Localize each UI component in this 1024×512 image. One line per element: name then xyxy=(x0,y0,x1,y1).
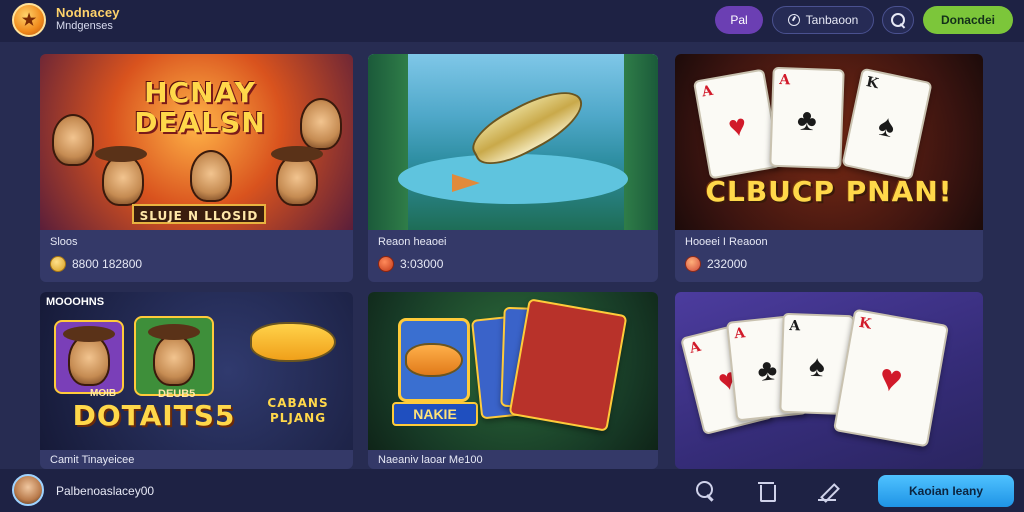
game-tag: MOOOHNS xyxy=(46,296,105,308)
game-value: 8800 182800 xyxy=(72,257,143,271)
game-art xyxy=(368,54,658,230)
playing-card: A ♥ xyxy=(692,68,782,180)
card-rank: A xyxy=(733,325,746,343)
card-rank: A xyxy=(789,318,801,335)
playing-card: A ♣ xyxy=(769,66,845,170)
character-tile xyxy=(134,316,214,396)
brand-subtitle: Mndgenses xyxy=(56,20,113,32)
game-title-art: HCNAY DEALSN xyxy=(134,76,266,139)
history-button[interactable]: Tanbaoon xyxy=(772,6,874,34)
character-icon xyxy=(300,98,342,150)
spade-icon: ♠ xyxy=(875,108,898,145)
heart-icon: ♥ xyxy=(725,108,750,145)
brand: Nodnacey Mndgenses xyxy=(56,6,120,32)
game-title-art: CLBUCP PNAN! xyxy=(705,175,953,208)
card-rank: K xyxy=(857,314,873,333)
bottom-bar: Palbenoaslacey00 Kaoian Ieany xyxy=(0,469,1024,512)
character-icon xyxy=(190,150,232,202)
hat-icon xyxy=(148,324,200,340)
palm-tree-icon xyxy=(624,54,658,230)
game-art: MOOOHNS MOIB DEUB5 DOTAITS5 CABANS PLJAN… xyxy=(40,292,353,450)
leaf-icon: ♣ xyxy=(796,103,818,138)
brand-name: Nodnacey xyxy=(56,5,120,20)
donate-button[interactable]: Donacdei xyxy=(923,6,1013,34)
game-meta: 8800 182800 xyxy=(50,256,142,272)
game-subtitle-art: SLUJE N LLOSID xyxy=(132,204,266,224)
bottom-cta-button[interactable]: Kaoian Ieany xyxy=(878,475,1014,507)
game-category: Reaon heaoei xyxy=(378,236,447,248)
palm-tree-icon xyxy=(368,54,408,230)
game-card-2[interactable]: Reaon heaoei 3:03000 xyxy=(368,54,658,282)
avatar[interactable] xyxy=(12,474,44,506)
coin-icon xyxy=(378,256,394,272)
game-card-4[interactable]: MOOOHNS MOIB DEUB5 DOTAITS5 CABANS PLJAN… xyxy=(40,292,353,469)
game-card-3[interactable]: A ♥ A ♣ K ♠ CLBUCP PNAN! Hooeei I Reaoon… xyxy=(675,54,983,282)
fish-icon xyxy=(250,322,336,362)
card-rank: K xyxy=(864,73,880,93)
game-value: 3:03000 xyxy=(400,257,444,271)
fish-title-art: CABANS PLJANG xyxy=(267,396,329,425)
game-badge: NAKIE xyxy=(392,402,478,426)
hat-icon xyxy=(63,326,115,342)
hat-icon xyxy=(271,146,323,162)
game-art: HCNAY DEALSN SLUJE N LLOSID xyxy=(40,54,353,230)
tile-label: MOIB xyxy=(90,388,117,399)
game-card-1[interactable]: HCNAY DEALSN SLUJE N LLOSID Sloos 8800 1… xyxy=(40,54,353,282)
hat-icon xyxy=(95,146,147,162)
history-label: Tanbaoon xyxy=(805,13,859,27)
character-icon xyxy=(153,334,195,386)
game-category: Camit Tinayeicee xyxy=(50,454,135,466)
game-art: NAKIE xyxy=(368,292,658,450)
game-art: A ♥ A ♣ K ♠ CLBUCP PNAN! xyxy=(675,54,983,230)
search-icon[interactable] xyxy=(694,480,716,502)
pal-button[interactable]: Pal xyxy=(715,6,763,34)
logo-icon[interactable]: ★ xyxy=(12,3,46,37)
coin-icon xyxy=(50,256,66,272)
top-bar: ★ Nodnacey Mndgenses Pal Tanbaoon Donacd… xyxy=(0,0,1024,42)
trash-icon[interactable] xyxy=(755,480,777,502)
edit-icon[interactable] xyxy=(816,480,838,502)
water-pond xyxy=(398,154,628,204)
search-button[interactable] xyxy=(882,6,914,34)
coin-icon xyxy=(685,256,701,272)
game-value: 232000 xyxy=(707,257,748,271)
game-category: Sloos xyxy=(50,236,78,248)
game-card-5[interactable]: NAKIE Naeaniv laoar Me100 xyxy=(368,292,658,469)
clock-icon xyxy=(787,14,800,26)
fish-icon xyxy=(405,343,463,377)
playing-card: K ♥ xyxy=(832,308,950,448)
playing-card: K ♠ xyxy=(841,67,933,181)
game-title-art: DOTAITS5 xyxy=(72,399,236,432)
game-category: Hooeei I Reaoon xyxy=(685,236,768,248)
character-tile xyxy=(398,318,470,402)
card-rank: A xyxy=(700,82,715,101)
card-rank: A xyxy=(779,72,791,89)
playing-card xyxy=(508,298,628,432)
username: Palbenoaslacey00 xyxy=(56,484,155,498)
character-tile xyxy=(54,320,124,394)
character-icon xyxy=(52,114,94,166)
card-rank: A xyxy=(687,338,703,357)
game-category: Naeaniv laoar Me100 xyxy=(378,454,483,466)
search-icon xyxy=(891,13,905,27)
heart-icon: ♥ xyxy=(876,356,906,402)
game-card-6[interactable]: A ♥ A ♣ A ♠ K ♥ xyxy=(675,292,983,469)
game-meta: 232000 xyxy=(685,256,747,272)
game-meta: 3:03000 xyxy=(378,256,443,272)
